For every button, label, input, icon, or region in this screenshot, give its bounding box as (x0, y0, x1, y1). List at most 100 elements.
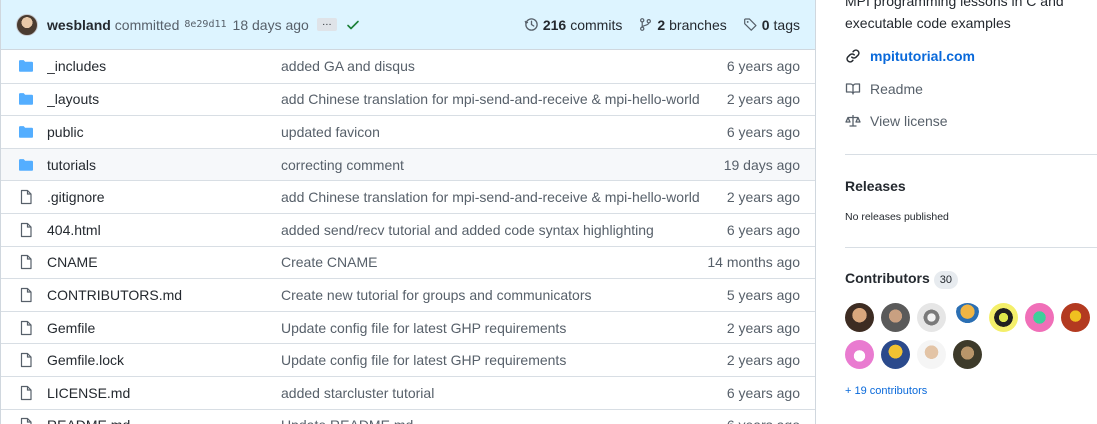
file-name-link[interactable]: README.md (47, 417, 281, 424)
file-name-link[interactable]: CNAME (47, 254, 281, 270)
contributor-avatar[interactable] (1061, 303, 1090, 332)
file-name-link[interactable]: 404.html (47, 222, 281, 238)
contributor-avatar[interactable] (845, 340, 874, 369)
contributor-avatar[interactable] (953, 303, 982, 332)
branches-count: 2 (657, 16, 666, 33)
commits-link[interactable]: 216 commits (524, 17, 622, 33)
commit-age: 2 years ago (726, 319, 800, 336)
commit-message-link[interactable]: Create new tutorial for groups and commu… (281, 287, 727, 303)
contributor-avatar[interactable] (881, 340, 910, 369)
file-icon (18, 352, 34, 368)
file-name-link[interactable]: _includes (47, 58, 281, 74)
commits-label: commits (570, 16, 623, 33)
file-row[interactable]: CONTRIBUTORS.md Create new tutorial for g… (1, 278, 815, 311)
check-icon[interactable] (345, 17, 361, 33)
commits-count: 216 (542, 16, 567, 33)
file-icon (18, 417, 34, 424)
homepage-link[interactable]: mpitutorial.com (845, 48, 975, 64)
commit-message-link[interactable]: add Chinese translation for mpi-send-and… (281, 91, 727, 107)
commit-message-link[interactable]: Update config file for latest GHP requir… (281, 352, 727, 368)
homepage-label: mpitutorial.com (870, 48, 976, 64)
history-icon (524, 17, 539, 32)
commit-message-link[interactable]: correcting comment (281, 157, 724, 173)
commit-message-link[interactable]: Update config file for latest GHP requir… (281, 320, 727, 336)
commit-message-link[interactable]: Update README.md (281, 417, 727, 424)
contributor-avatar[interactable] (989, 303, 1018, 332)
commit-age: 6 years ago (726, 221, 800, 238)
releases-heading[interactable]: Releases (845, 178, 906, 194)
readme-link[interactable]: Readme (845, 81, 923, 97)
file-icon (18, 385, 34, 401)
file-row[interactable]: .gitignore add Chinese translation for mp… (1, 180, 815, 213)
tags-label: tags (773, 16, 800, 33)
file-table: wesbland committed 8e29d11 18 days ago …… (0, 0, 816, 424)
file-row[interactable]: Gemfile.lock Update config file for lates… (1, 343, 815, 376)
no-releases-text: No releases published (845, 211, 949, 223)
law-icon (845, 113, 861, 129)
expand-commit-message-button[interactable]: … (316, 17, 337, 31)
commit-author-link[interactable]: wesbland (47, 17, 111, 33)
commit-age: 19 days ago (723, 156, 800, 173)
commit-age: 5 years ago (726, 286, 800, 303)
repo-sidebar: MPI programming lessons in C and executa… (845, 0, 1097, 424)
commit-age: 2 years ago (726, 352, 800, 369)
tags-link[interactable]: 0 tags (743, 17, 800, 33)
repo-stats: 216 commits 2 branches 0 tags (524, 17, 800, 33)
file-icon (18, 189, 34, 205)
file-icon (18, 320, 34, 336)
contributor-avatar[interactable] (845, 303, 874, 332)
commit-age: 14 months ago (707, 254, 800, 271)
file-name-link[interactable]: tutorials (47, 157, 281, 173)
file-row[interactable]: Gemfile Update config file for latest GHP… (1, 310, 815, 344)
repo-description: MPI programming lessons in C and executa… (845, 0, 1064, 31)
commit-age: 2 years ago (726, 91, 800, 108)
commit-age: 2 years ago (726, 189, 800, 206)
more-contributors-link[interactable]: + 19 contributors (845, 385, 927, 397)
commit-message-link[interactable]: Create CNAME (281, 254, 707, 270)
file-name-link[interactable]: Gemfile (47, 320, 281, 336)
file-list: _includes added GA and disqus 6 years ago _… (1, 50, 815, 424)
sidebar-divider (845, 154, 1097, 155)
latest-commit-bar: wesbland committed 8e29d11 18 days ago …… (1, 0, 815, 50)
file-name-link[interactable]: Gemfile.lock (47, 352, 281, 368)
file-name-link[interactable]: _layouts (47, 91, 281, 107)
folder-icon (18, 157, 34, 173)
tags-count: 0 (761, 16, 770, 33)
file-icon (18, 254, 34, 270)
contributor-avatar[interactable] (953, 340, 982, 369)
file-row[interactable]: _layouts add Chinese translation for mpi-… (1, 82, 815, 116)
commit-message-link[interactable]: added starcluster tutorial (281, 385, 727, 401)
file-name-link[interactable]: CONTRIBUTORS.md (47, 287, 281, 303)
file-row[interactable]: tutorials correcting comment 19 days ago (1, 147, 815, 181)
contributor-avatar[interactable] (917, 340, 946, 369)
folder-icon (18, 91, 34, 107)
link-icon (845, 48, 861, 64)
commit-message-link[interactable]: updated favicon (281, 124, 727, 140)
file-row[interactable]: public updated favicon 6 years ago (1, 115, 815, 148)
commit-age: 6 years ago (726, 123, 800, 140)
file-row[interactable]: 404.html added send/recv tutorial and add… (1, 212, 815, 246)
file-row[interactable]: _includes added GA and disqus 6 years ago (1, 50, 815, 83)
file-name-link[interactable]: public (47, 124, 281, 140)
commit-time: 18 days ago (232, 16, 309, 33)
file-row[interactable]: CNAME Create CNAME 14 months ago (1, 245, 815, 279)
contributor-avatar[interactable] (917, 303, 946, 332)
commit-message-link[interactable]: added GA and disqus (281, 58, 727, 74)
commit-message-link[interactable]: add Chinese translation for mpi-send-and… (281, 189, 727, 205)
file-name-link[interactable]: .gitignore (47, 189, 281, 205)
contributor-avatar[interactable] (1025, 303, 1054, 332)
folder-icon (18, 58, 34, 74)
file-row[interactable]: LICENSE.md added starcluster tutorial 6 ye… (1, 375, 815, 409)
commit-sha-link[interactable]: 8e29d11 (184, 19, 226, 30)
contributors-heading[interactable]: Contributors 30 (845, 270, 959, 289)
branches-link[interactable]: 2 branches (638, 16, 727, 33)
git-branch-icon (638, 17, 653, 32)
license-link[interactable]: View license (845, 113, 948, 129)
contributor-avatar[interactable] (881, 303, 910, 332)
branches-label: branches (669, 16, 727, 33)
file-row[interactable]: README.mdUpdate README.md6 years ago (1, 408, 815, 424)
author-avatar[interactable] (16, 13, 38, 36)
file-name-link[interactable]: LICENSE.md (47, 385, 281, 401)
commit-age: 6 years ago (727, 417, 800, 424)
commit-message-link[interactable]: added send/recv tutorial and added code … (281, 222, 727, 238)
